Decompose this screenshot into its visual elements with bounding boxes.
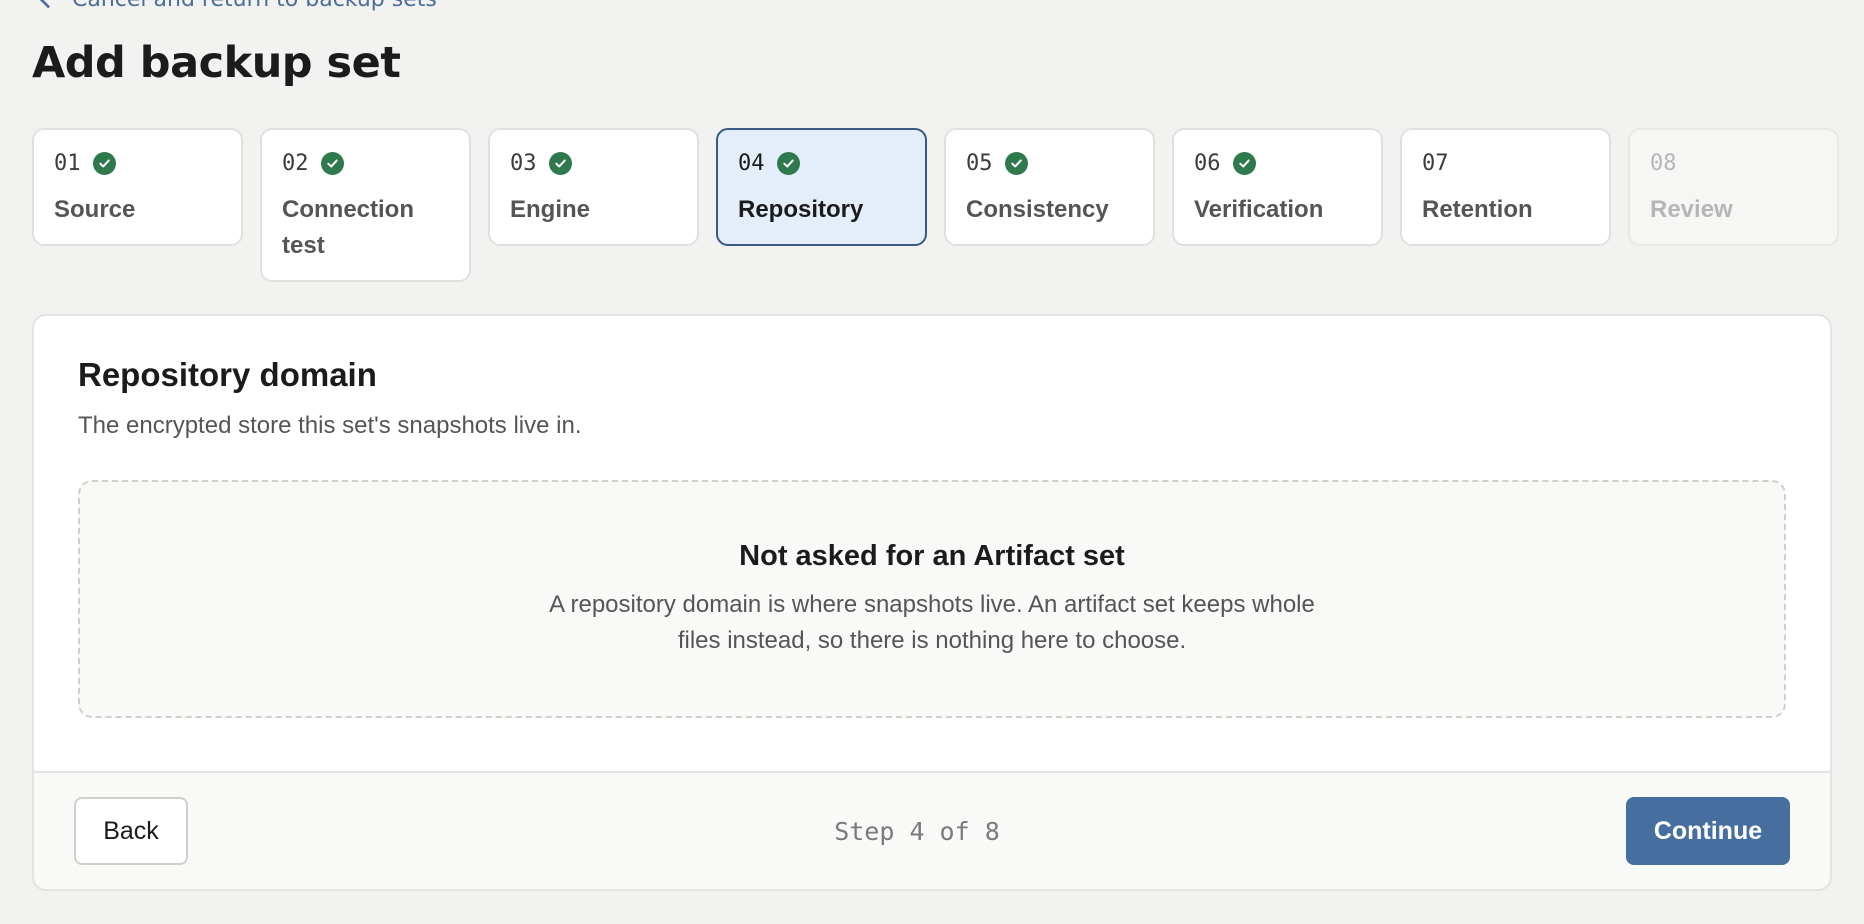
section-description: The encrypted store this set's snapshots… xyxy=(78,412,582,439)
check-circle-icon xyxy=(1232,151,1256,175)
step-number: 04 xyxy=(738,150,765,176)
wizard-footer: Back Step 4 of 8 Continue xyxy=(34,771,1830,889)
empty-state: Not asked for an Artifact set A reposito… xyxy=(78,480,1786,718)
chevron-left-icon xyxy=(39,0,50,8)
step-number: 08 xyxy=(1650,150,1677,176)
section-title: Repository domain xyxy=(78,356,377,393)
step-number: 01 xyxy=(54,150,81,176)
step-label: Engine xyxy=(510,196,591,223)
empty-state-title: Not asked for an Artifact set xyxy=(739,539,1125,572)
cancel-return-label: Cancel and return to backup sets xyxy=(72,0,437,12)
check-circle-icon xyxy=(548,151,572,175)
step-counter: Step 4 of 8 xyxy=(834,816,1000,846)
check-circle-icon xyxy=(320,151,344,175)
page: Cancel and return to backup sets Add bac… xyxy=(0,0,1864,924)
step-number: 06 xyxy=(1194,150,1221,176)
step-label: Verification xyxy=(1194,196,1324,223)
step-number: 03 xyxy=(510,150,537,176)
check-circle-icon xyxy=(92,151,116,175)
step-label: Repository xyxy=(738,196,864,223)
continue-button[interactable]: Continue xyxy=(1625,797,1790,865)
step-label: Source xyxy=(54,196,136,223)
step-label: Consistency xyxy=(966,196,1109,223)
step-source[interactable]: 01 Source xyxy=(32,128,243,246)
step-label: Connection test xyxy=(282,196,414,259)
step-label: Review xyxy=(1650,196,1733,223)
back-button[interactable]: Back xyxy=(74,797,188,865)
step-connection-test[interactable]: 02 Connection test xyxy=(260,128,471,282)
check-circle-icon xyxy=(776,151,800,175)
step-repository[interactable]: 04 Repository xyxy=(716,128,927,246)
step-number: 07 xyxy=(1422,150,1449,176)
wizard-stepper: 01 Source 02 Connection test 03 Engine 0… xyxy=(32,128,1839,282)
page-title: Add backup set xyxy=(32,38,401,88)
step-label: Retention xyxy=(1422,196,1533,223)
check-circle-icon xyxy=(1004,151,1028,175)
step-retention[interactable]: 07 Retention xyxy=(1400,128,1611,246)
step-number: 05 xyxy=(966,150,993,176)
step-consistency[interactable]: 05 Consistency xyxy=(944,128,1155,246)
repository-card: Repository domain The encrypted store th… xyxy=(32,314,1832,891)
cancel-return-link[interactable]: Cancel and return to backup sets xyxy=(32,0,437,12)
empty-state-text: A repository domain is where snapshots l… xyxy=(549,590,1315,654)
step-verification[interactable]: 06 Verification xyxy=(1172,128,1383,246)
step-engine[interactable]: 03 Engine xyxy=(488,128,699,246)
step-review: 08 Review xyxy=(1628,128,1839,246)
step-number: 02 xyxy=(282,150,309,176)
